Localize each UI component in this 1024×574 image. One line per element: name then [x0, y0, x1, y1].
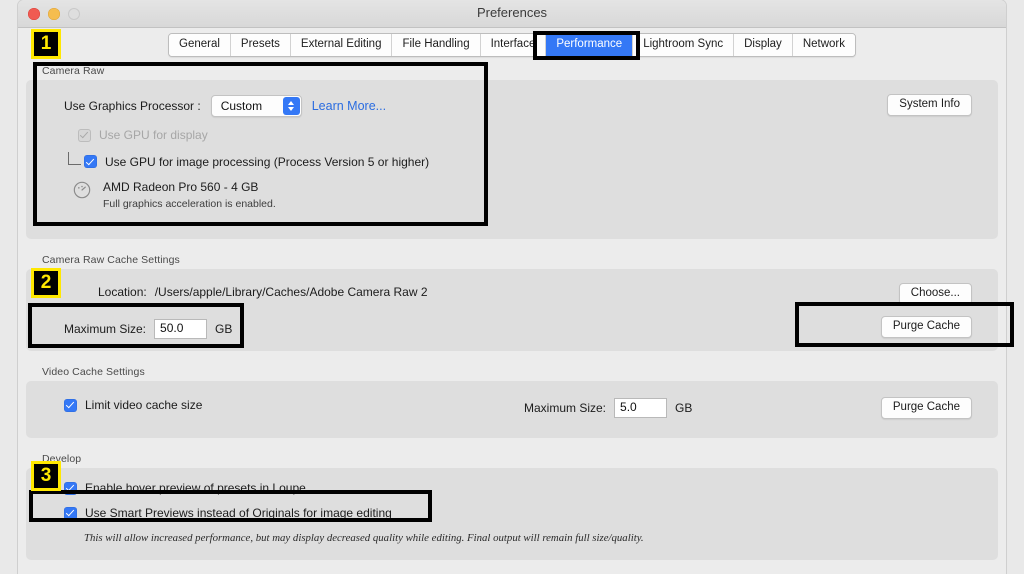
cache-max-size-input[interactable]: [154, 319, 208, 339]
video-max-size-input[interactable]: [614, 398, 668, 418]
tab-file-handling[interactable]: File Handling: [392, 34, 481, 56]
graphics-processor-row: Use Graphics Processor : Custom Learn Mo…: [64, 95, 386, 117]
gpu-device-name: AMD Radeon Pro 560 - 4 GB: [103, 180, 259, 194]
preferences-content: Camera Raw Use Graphics Processor : Cust…: [18, 61, 1006, 573]
smart-previews-label: Use Smart Previews instead of Originals …: [85, 506, 392, 520]
tab-general[interactable]: General: [169, 34, 231, 56]
gpu-device-status: Full graphics acceleration is enabled.: [103, 198, 276, 210]
learn-more-link[interactable]: Learn More...: [312, 99, 386, 113]
develop-group-label: Develop: [42, 453, 82, 465]
use-gpu-display-label: Use GPU for display: [99, 128, 208, 142]
develop-group: Develop Enable hover preview of presets …: [26, 449, 998, 560]
tab-presets[interactable]: Presets: [230, 34, 291, 56]
gpu-device-row: AMD Radeon Pro 560 - 4 GB Full graphics …: [72, 180, 276, 210]
annotation-badge-3: 3: [31, 461, 61, 491]
cache-location-value: /Users/apple/Library/Caches/Adobe Camera…: [154, 285, 428, 299]
tab-interface[interactable]: Interface: [480, 34, 547, 56]
use-gpu-processing-label: Use GPU for image processing (Process Ve…: [105, 155, 430, 169]
video-max-size-label: Maximum Size:: [524, 401, 607, 415]
cache-location-label: Location:: [98, 285, 147, 299]
camera-raw-cache-box: Location: /Users/apple/Library/Caches/Ad…: [26, 269, 998, 351]
cache-max-size-label: Maximum Size:: [64, 322, 147, 336]
use-gpu-processing-checkbox[interactable]: [84, 155, 97, 168]
develop-box: Enable hover preview of presets in Loupe…: [26, 468, 998, 560]
window-title: Preferences: [476, 5, 548, 20]
tab-external-editing[interactable]: External Editing: [290, 34, 393, 56]
tree-elbow-icon: [68, 152, 81, 165]
preferences-tabbar: General Presets External Editing File Ha…: [168, 33, 856, 57]
video-cache-group: Video Cache Settings Limit video cache s…: [26, 362, 998, 438]
video-cache-group-label: Video Cache Settings: [42, 366, 145, 378]
hover-preview-row[interactable]: Enable hover preview of presets in Loupe: [64, 481, 306, 495]
tabbar-container: General Presets External Editing File Ha…: [18, 28, 1006, 61]
speedometer-icon: [73, 181, 91, 199]
cache-purge-button[interactable]: Purge Cache: [880, 316, 972, 338]
tab-lightroom-sync[interactable]: Lightroom Sync: [633, 34, 735, 56]
hover-preview-checkbox[interactable]: [64, 481, 77, 495]
graphics-processor-label: Use Graphics Processor :: [64, 99, 201, 113]
camera-raw-cache-group-label: Camera Raw Cache Settings: [42, 254, 180, 266]
tab-performance[interactable]: Performance: [546, 34, 634, 56]
limit-video-cache-label: Limit video cache size: [85, 398, 203, 412]
annotation-badge-1: 1: [31, 29, 61, 59]
limit-video-cache-checkbox[interactable]: [64, 398, 77, 412]
cache-location-row: Location: /Users/apple/Library/Caches/Ad…: [98, 285, 428, 299]
video-max-size-row: Maximum Size: GB: [524, 398, 692, 418]
tab-network[interactable]: Network: [792, 34, 855, 56]
cache-choose-button[interactable]: Choose...: [898, 283, 972, 305]
smart-previews-note: This will allow increased performance, b…: [84, 532, 644, 544]
camera-raw-group: Camera Raw Use Graphics Processor : Cust…: [26, 61, 998, 239]
camera-raw-cache-group: Camera Raw Cache Settings Location: /Use…: [26, 250, 998, 351]
chevron-updown-icon[interactable]: [282, 97, 300, 115]
cache-max-size-unit: GB: [215, 322, 233, 336]
camera-raw-group-label: Camera Raw: [42, 65, 105, 77]
use-gpu-display-row[interactable]: Use GPU for display: [78, 128, 208, 142]
system-info-button[interactable]: System Info: [887, 94, 972, 116]
graphics-processor-value: Custom: [220, 99, 263, 113]
video-cache-box: Limit video cache size Maximum Size: GB …: [26, 381, 998, 438]
video-purge-button[interactable]: Purge Cache: [880, 397, 972, 419]
smart-previews-checkbox[interactable]: [64, 506, 77, 520]
screenshot-root: Preferences General Presets External Edi…: [0, 0, 1024, 574]
limit-video-cache-row[interactable]: Limit video cache size: [64, 398, 202, 412]
tab-display[interactable]: Display: [734, 34, 793, 56]
camera-raw-box: Use Graphics Processor : Custom Learn Mo…: [26, 80, 998, 239]
use-gpu-processing-row[interactable]: Use GPU for image processing (Process Ve…: [68, 152, 429, 169]
hover-preview-label: Enable hover preview of presets in Loupe: [85, 481, 306, 495]
window-titlebar: Preferences: [18, 0, 1006, 28]
smart-previews-row[interactable]: Use Smart Previews instead of Originals …: [64, 506, 392, 520]
use-gpu-display-checkbox: [78, 128, 91, 142]
preferences-window: Preferences General Presets External Edi…: [18, 0, 1006, 574]
video-max-size-unit: GB: [675, 401, 693, 415]
cache-max-size-row: Maximum Size: GB: [64, 319, 232, 339]
graphics-processor-select[interactable]: Custom: [210, 95, 302, 117]
annotation-badge-2: 2: [31, 268, 61, 298]
